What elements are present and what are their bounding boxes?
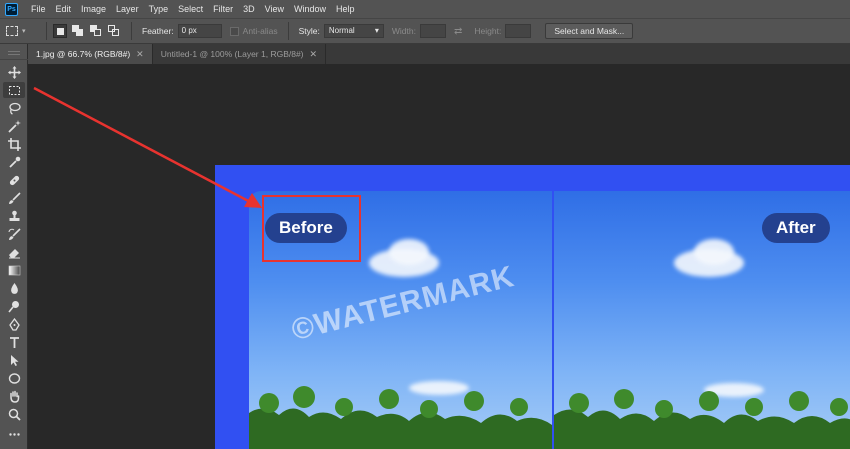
anti-alias-checkbox[interactable] — [229, 26, 239, 36]
brush-icon[interactable] — [3, 190, 25, 206]
menu-file[interactable]: File — [26, 0, 51, 18]
tab-document-1[interactable]: 1.jpg @ 66.7% (RGB/8#) ✕ — [28, 44, 153, 64]
history-brush-icon[interactable] — [3, 226, 25, 242]
menu-type[interactable]: Type — [144, 0, 174, 18]
clone-stamp-icon[interactable] — [3, 208, 25, 224]
tab-document-untitled[interactable]: Untitled-1 @ 100% (Layer 1, RGB/8#) ✕ — [153, 44, 327, 64]
ellipse-icon[interactable] — [3, 370, 25, 386]
menu-layer[interactable]: Layer — [111, 0, 144, 18]
more-tools-icon[interactable] — [3, 426, 25, 442]
style-select[interactable]: Normal ▾ — [323, 24, 384, 38]
photoshop-logo: Ps — [5, 2, 18, 16]
menu-bar: Ps File Edit Image Layer Type Select Fil… — [0, 0, 850, 18]
canvas-area[interactable]: Before ©WATERMARK After — [28, 64, 850, 449]
tools-panel — [0, 44, 28, 449]
menu-image[interactable]: Image — [76, 0, 111, 18]
divider — [287, 22, 289, 40]
close-icon[interactable]: ✕ — [310, 49, 318, 60]
healing-brush-icon[interactable] — [3, 172, 25, 188]
subtract-from-selection-button[interactable] — [89, 24, 103, 38]
gradient-icon[interactable] — [3, 262, 25, 278]
add-to-selection-button[interactable] — [71, 24, 85, 38]
close-icon[interactable]: ✕ — [136, 49, 144, 60]
marquee-preset-icon — [6, 26, 18, 36]
menu-view[interactable]: View — [260, 0, 289, 18]
chevron-down-icon: ▾ — [374, 26, 379, 35]
tab-label: 1.jpg @ 66.7% (RGB/8#) — [36, 49, 131, 59]
height-label: Height: — [474, 26, 502, 36]
feather-input[interactable]: 0 px — [177, 24, 222, 38]
width-input[interactable] — [419, 24, 446, 38]
rectangular-marquee-icon[interactable] — [3, 82, 25, 98]
menu-filter[interactable]: Filter — [208, 0, 238, 18]
panel-grip[interactable] — [0, 44, 28, 60]
type-icon[interactable] — [3, 334, 25, 350]
select-and-mask-button[interactable]: Select and Mask... — [545, 23, 634, 39]
blur-icon[interactable] — [3, 280, 25, 296]
feather-label: Feather: — [142, 26, 174, 36]
move-icon[interactable] — [3, 64, 25, 80]
palm-trees — [554, 389, 850, 449]
tool-preset-picker[interactable]: ▾ — [6, 21, 40, 41]
crop-icon[interactable] — [3, 136, 25, 152]
tab-label: Untitled-1 @ 100% (Layer 1, RGB/8#) — [160, 49, 304, 59]
eraser-icon[interactable] — [3, 244, 25, 260]
palm-trees — [249, 386, 552, 449]
style-label: Style: — [298, 26, 320, 36]
document-tab-bar: 1.jpg @ 66.7% (RGB/8#) ✕ Untitled-1 @ 10… — [28, 44, 850, 64]
path-selection-icon[interactable] — [3, 352, 25, 368]
style-value: Normal — [328, 26, 355, 35]
lasso-icon[interactable] — [3, 100, 25, 116]
divider — [131, 22, 132, 40]
new-selection-button[interactable] — [53, 24, 67, 38]
annotation-highlight-box — [262, 195, 361, 262]
height-input[interactable] — [505, 24, 532, 38]
magic-wand-icon[interactable] — [3, 118, 25, 134]
eyedropper-icon[interactable] — [3, 154, 25, 170]
after-badge: After — [762, 213, 830, 243]
divider — [46, 22, 47, 40]
chevron-down-icon: ▾ — [22, 28, 26, 35]
swap-dimensions-icon[interactable]: ⇄ — [454, 26, 462, 37]
pen-icon[interactable] — [3, 316, 25, 332]
menu-help[interactable]: Help — [331, 0, 360, 18]
intersect-selection-button[interactable] — [107, 24, 121, 38]
menu-window[interactable]: Window — [289, 0, 331, 18]
options-bar: ▾ Feather: 0 px Anti-alias Style: Normal… — [0, 18, 850, 44]
menu-select[interactable]: Select — [173, 0, 208, 18]
anti-alias-label: Anti-alias — [242, 26, 278, 36]
menu-edit[interactable]: Edit — [51, 0, 77, 18]
width-label: Width: — [391, 26, 416, 36]
dodge-icon[interactable] — [3, 298, 25, 314]
zoom-icon[interactable] — [3, 406, 25, 422]
menu-3d[interactable]: 3D — [238, 0, 260, 18]
hand-icon[interactable] — [3, 388, 25, 404]
after-image: After — [554, 191, 850, 449]
